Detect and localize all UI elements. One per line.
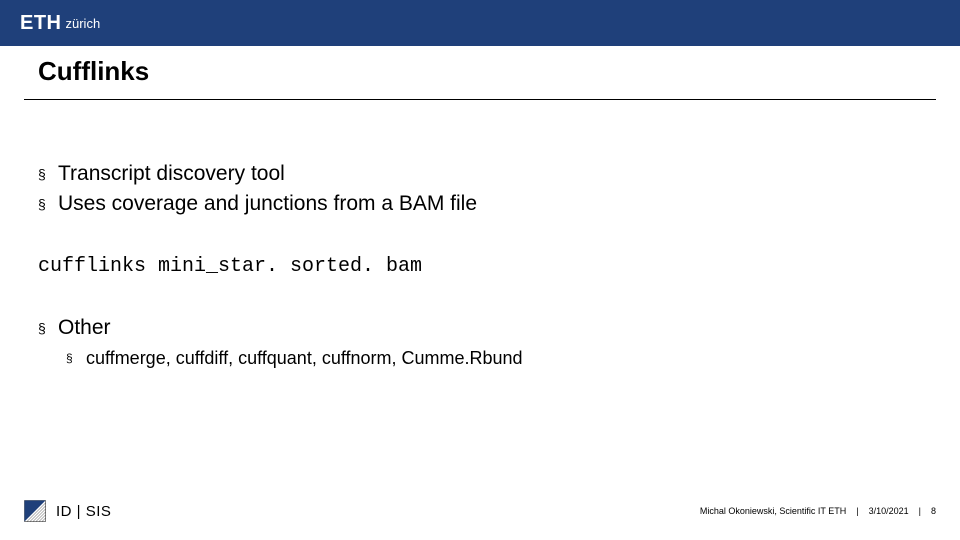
bullet-text: Transcript discovery tool: [58, 160, 285, 188]
title-block: Cufflinks: [0, 46, 960, 100]
footer-right: Michal Okoniewski, Scientific IT ETH | 3…: [700, 506, 936, 516]
bullet-icon: §: [38, 319, 48, 338]
code-line: cufflinks mini_star. sorted. bam: [38, 255, 922, 278]
separator-icon: |: [856, 506, 858, 516]
footer: ID | SIS Michal Okoniewski, Scientific I…: [0, 500, 960, 522]
logo-sub: zürich: [66, 16, 101, 31]
list-item: § Transcript discovery tool: [38, 160, 922, 188]
sub-bullet-list: § cuffmerge, cuffdiff, cuffquant, cuffno…: [66, 346, 922, 371]
list-item: § cuffmerge, cuffdiff, cuffquant, cuffno…: [66, 346, 922, 371]
page-title: Cufflinks: [38, 56, 922, 87]
footer-left: ID | SIS: [24, 500, 111, 522]
footer-dept: ID | SIS: [56, 503, 111, 520]
footer-date: 3/10/2021: [869, 506, 909, 516]
slide: ETH zürich Cufflinks § Transcript discov…: [0, 0, 960, 540]
canton-icon: [24, 500, 46, 522]
bullet-icon: §: [38, 195, 48, 214]
footer-page: 8: [931, 506, 936, 516]
bullet-text: Uses coverage and junctions from a BAM f…: [58, 190, 477, 218]
list-item: § Other: [38, 314, 922, 342]
separator-icon: |: [919, 506, 921, 516]
footer-author: Michal Okoniewski, Scientific IT ETH: [700, 506, 846, 516]
logo-main: ETH: [20, 12, 62, 35]
sub-bullet-text: cuffmerge, cuffdiff, cuffquant, cuffnorm…: [86, 346, 523, 371]
content: § Transcript discovery tool § Uses cover…: [38, 160, 922, 371]
bullet-list-other: § Other: [38, 314, 922, 342]
bullet-icon: §: [66, 350, 76, 367]
bullet-icon: §: [38, 165, 48, 184]
header-bar: ETH zürich: [0, 0, 960, 46]
list-item: § Uses coverage and junctions from a BAM…: [38, 190, 922, 218]
title-rule: [24, 99, 936, 100]
bullet-text: Other: [58, 314, 111, 342]
bullet-list: § Transcript discovery tool § Uses cover…: [38, 160, 922, 219]
logo: ETH zürich: [20, 12, 100, 35]
